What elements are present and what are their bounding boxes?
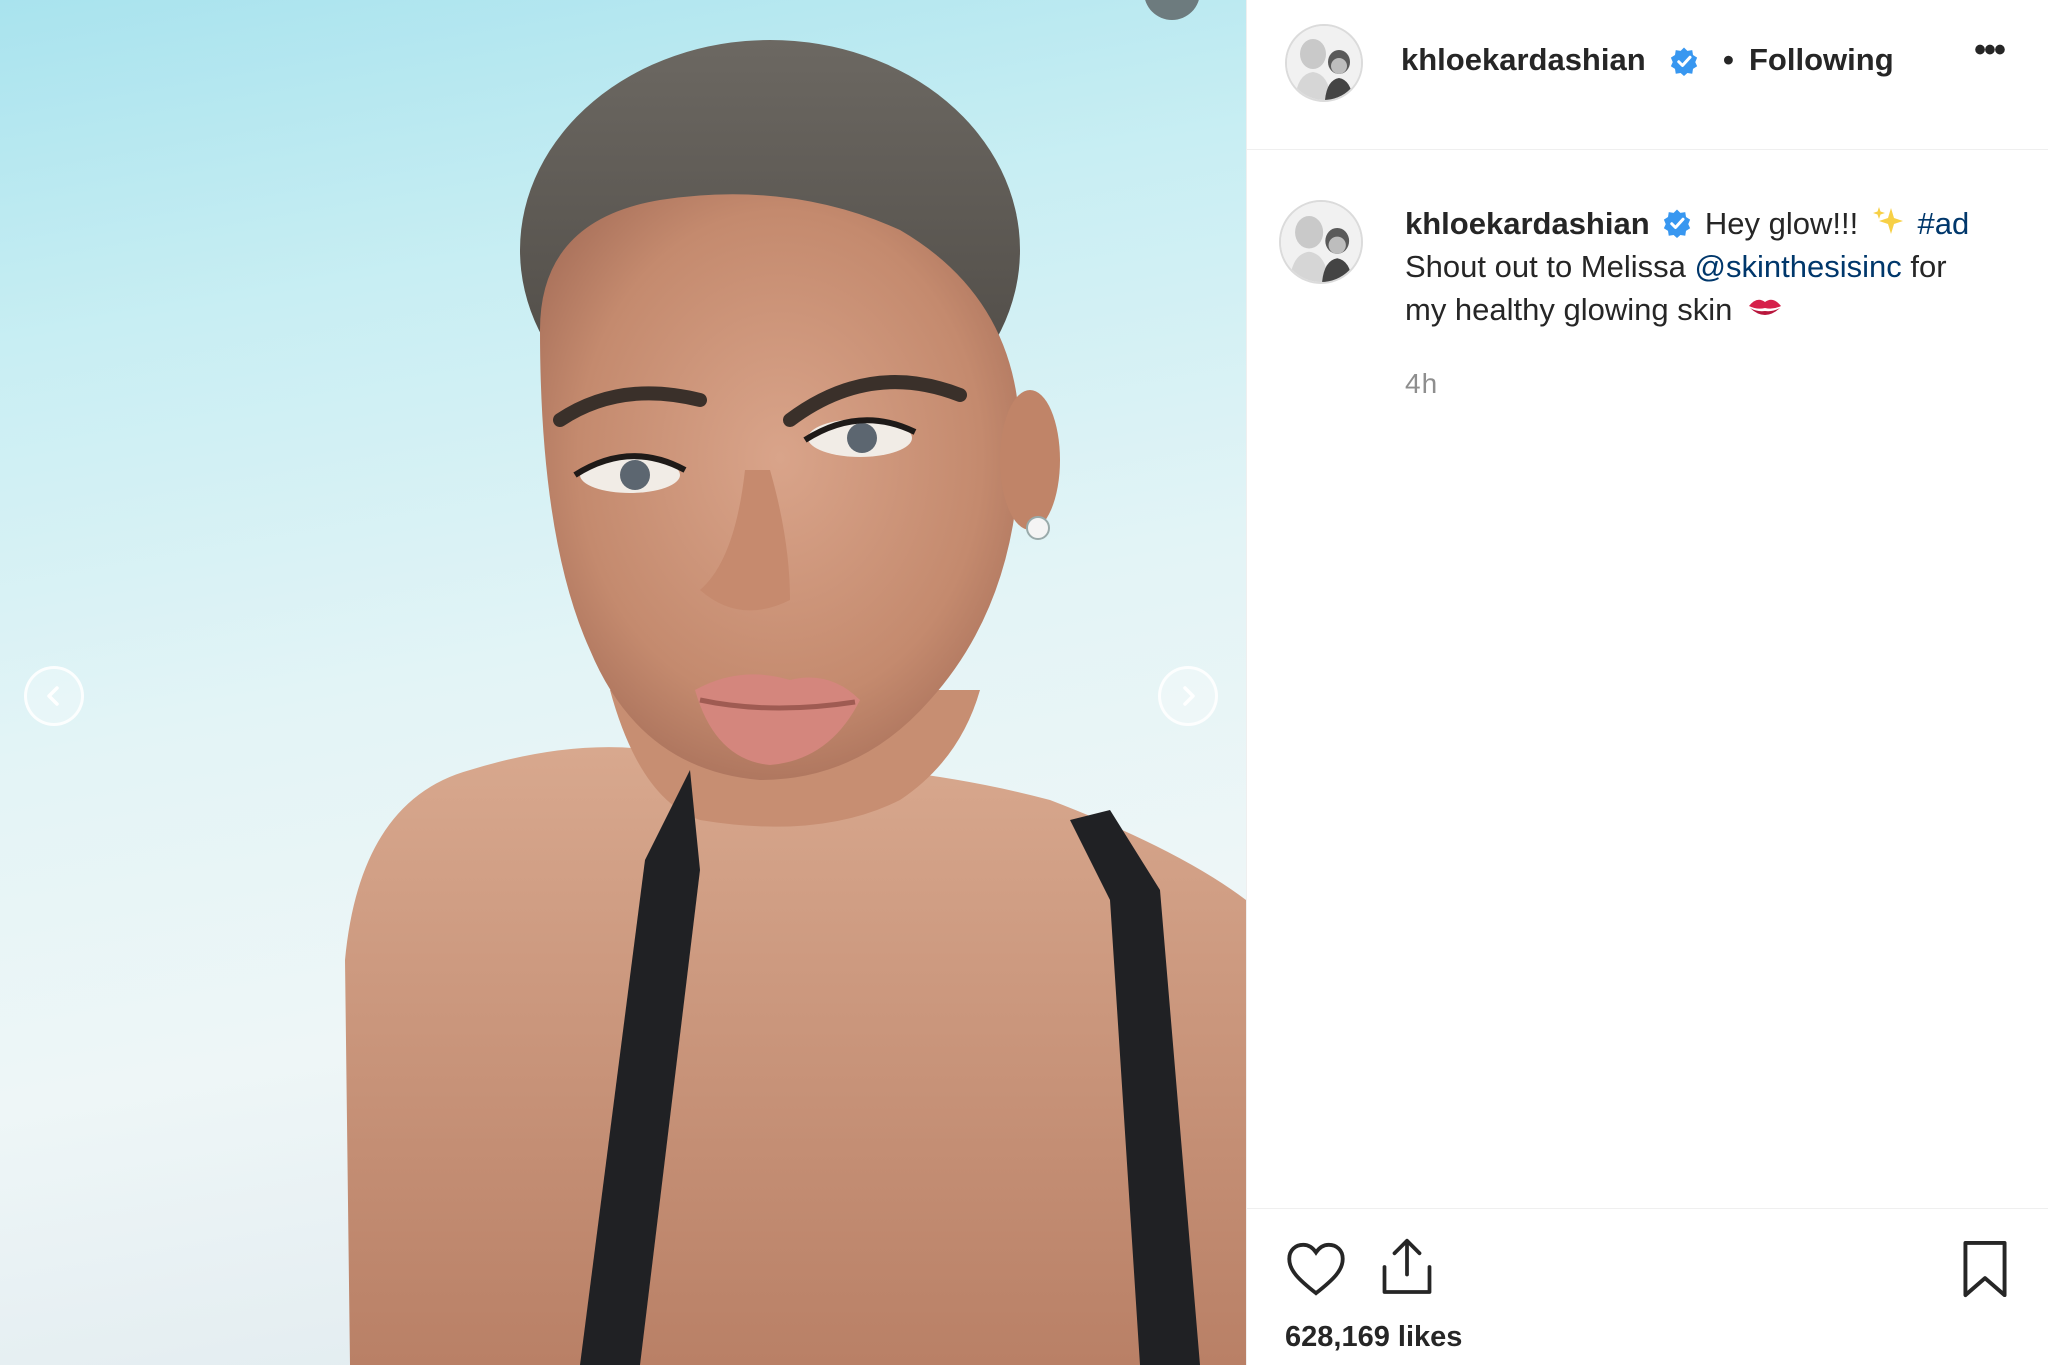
- hashtag-link[interactable]: #ad: [1918, 206, 1970, 241]
- caption-text: khloekardashian Hey glow!!! #ad Shout ou…: [1405, 202, 2015, 331]
- following-button[interactable]: Following: [1749, 42, 1894, 78]
- post-timestamp[interactable]: 4h: [1405, 368, 1438, 400]
- post-photo: [0, 0, 1246, 1365]
- share-icon: [1382, 1238, 1432, 1294]
- avatar-photo: [1281, 202, 1361, 282]
- caption-line1: Hey glow!!!: [1704, 206, 1859, 241]
- likes-count[interactable]: 628,169 likes: [1285, 1321, 1462, 1354]
- selfie-image: [345, 0, 1246, 1365]
- caption-username[interactable]: khloekardashian: [1405, 206, 1650, 241]
- sparkles-emoji-icon: [1872, 206, 1903, 234]
- heart-icon: [1287, 1242, 1345, 1296]
- chevron-right-icon: [1183, 686, 1195, 706]
- post-details-panel: khloekardashian • Following ••• khloekar…: [1246, 0, 2048, 1365]
- kiss-mark-emoji-icon: [1749, 299, 1782, 315]
- chevron-left-icon: [47, 686, 59, 706]
- save-button[interactable]: [1961, 1239, 2009, 1304]
- header-separator: •: [1723, 42, 1734, 77]
- post-actions: 628,169 likes: [1247, 1208, 2048, 1365]
- verified-badge-icon: [1664, 209, 1691, 238]
- next-photo-button[interactable]: [1158, 666, 1218, 726]
- more-options-button[interactable]: •••: [1964, 30, 2014, 80]
- avatar-photo: [1287, 26, 1361, 100]
- bookmark-icon: [1963, 1240, 2007, 1298]
- previous-photo-button[interactable]: [24, 666, 84, 726]
- avatar[interactable]: [1285, 24, 1363, 102]
- like-button[interactable]: [1285, 1241, 1347, 1302]
- mention-link[interactable]: @skinthesisinc: [1695, 249, 1902, 284]
- caption-avatar[interactable]: [1279, 200, 1363, 284]
- share-button[interactable]: [1379, 1237, 1435, 1302]
- caption-line3: my healthy glowing skin: [1405, 292, 1733, 327]
- verified-badge-icon: [1670, 47, 1698, 76]
- caption-line2-suffix: for: [1910, 249, 1947, 284]
- post-header: khloekardashian • Following •••: [1247, 0, 2048, 150]
- caption-line2-prefix: Shout out to Melissa: [1405, 249, 1686, 284]
- post-author-username[interactable]: khloekardashian: [1401, 42, 1646, 78]
- more-options-icon: •••: [1974, 31, 2006, 69]
